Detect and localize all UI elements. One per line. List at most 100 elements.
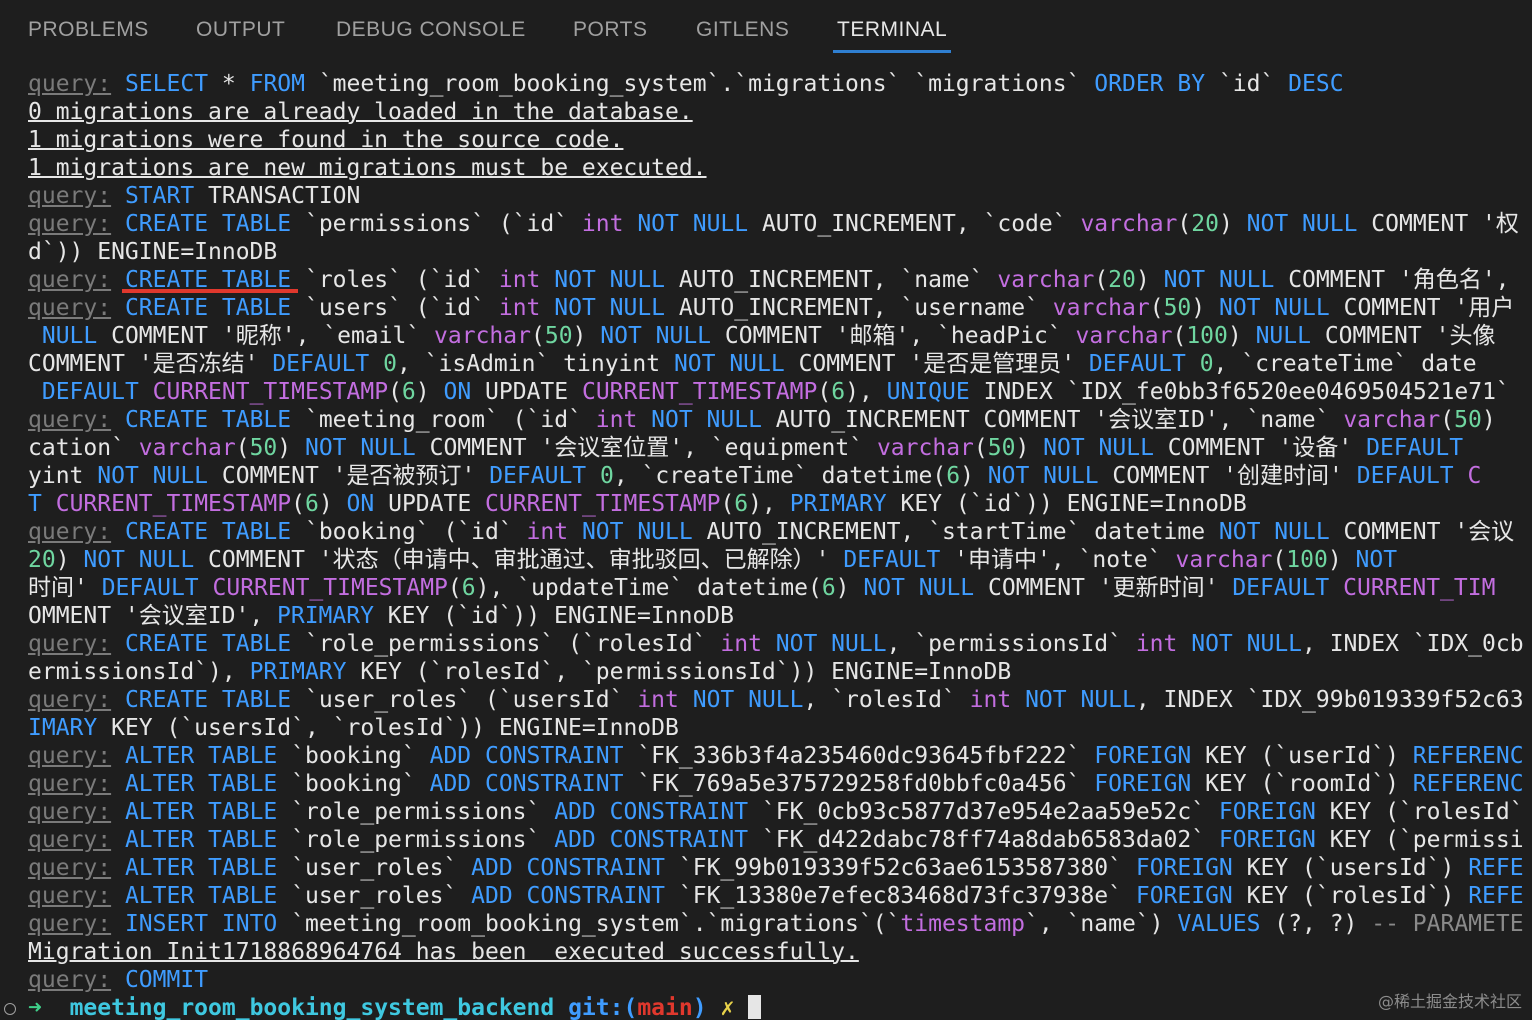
terminal-text-segment: , `createTime` date [1213, 351, 1477, 377]
terminal-text-segment: CREATE TABLE [124, 687, 292, 713]
query-label: query: [28, 799, 112, 825]
terminal-text-segment: ALTER TABLE [124, 799, 278, 825]
terminal-text-segment: 6 [734, 491, 749, 517]
terminal-text-segment: varchar [138, 435, 236, 461]
tab-terminal[interactable]: TERMINAL [837, 18, 947, 42]
terminal-text-segment: NOT NULL [304, 435, 416, 461]
terminal-text-segment: COMMENT '昵称', `email` [97, 323, 435, 349]
tab-debug-console[interactable]: DEBUG CONSOLE [336, 18, 526, 42]
terminal-text-segment: PRIMARY [789, 491, 887, 517]
terminal-text-segment: ( [720, 491, 735, 517]
terminal-text-segment: ADD CONSTRAINT [471, 855, 666, 881]
terminal-text-segment: ( [817, 379, 832, 405]
terminal-text-segment: int [1135, 631, 1178, 657]
terminal-text-segment: CREATE TABLE [124, 295, 292, 321]
terminal-line: query: CREATE TABLE `user_roles` (`users… [28, 686, 1532, 714]
terminal-text-segment: 50 [987, 435, 1016, 461]
terminal-text-segment: , `isAdmin` tinyint [396, 351, 674, 377]
prompt-branch: main [637, 995, 693, 1020]
terminal-line: 20) NOT NULL COMMENT '状态（申请中、审批通过、审批驳回、已… [28, 546, 1532, 574]
tab-gitlens[interactable]: GITLENS [696, 18, 789, 42]
terminal-text-segment: FOREIGN [1218, 827, 1316, 853]
terminal-text-segment: COMMENT '权 [1357, 211, 1519, 237]
terminal-text-segment: COMMENT '状态（申请中、审批通过、审批驳回、已解除）' [194, 547, 844, 573]
terminal-line: query: CREATE TABLE `permissions` (`id` … [28, 210, 1532, 238]
terminal-text-segment: AUTO_INCREMENT, `startTime` datetime [692, 519, 1219, 545]
terminal-line: query: CREATE TABLE `users` (`id` int NO… [28, 294, 1532, 322]
terminal-line: query: INSERT INTO `meeting_room_booking… [28, 910, 1532, 938]
terminal-text-segment: NOT NULL [651, 407, 762, 433]
terminal-text-segment: varchar [1175, 547, 1273, 573]
terminal-text-segment: `booking` [277, 771, 430, 797]
terminal-text-segment: ) [1327, 547, 1356, 573]
terminal-text-segment: `user_roles` [277, 855, 472, 881]
terminal-text-segment: ALTER TABLE [124, 743, 278, 769]
query-label: query: [28, 883, 112, 909]
terminal-text-segment: CURRENT_TIMESTAMP [55, 491, 292, 517]
query-label: query: [28, 267, 112, 293]
terminal-text-segment: KEY (`id`)) ENGINE=InnoDB [373, 603, 734, 629]
tab-problems[interactable]: PROBLEMS [28, 18, 149, 42]
query-label: query: [28, 967, 112, 993]
terminal-line: 时间' DEFAULT CURRENT_TIMESTAMP(6), `updat… [28, 574, 1532, 602]
terminal-text-segment: AUTO_INCREMENT, `username` [665, 295, 1053, 321]
query-label: query: [28, 687, 112, 713]
terminal-text-segment: 6 [304, 491, 319, 517]
terminal-line: query: CREATE TABLE `meeting_room` (`id`… [28, 406, 1532, 434]
terminal-text-segment: , INDEX `IDX_99b019339f52c63 [1135, 687, 1524, 713]
terminal-text-segment: `role_permissions` (`rolesId` [291, 631, 721, 657]
terminal-text-segment: DEFAULT [1232, 575, 1330, 601]
query-label: query: [28, 631, 112, 657]
terminal-line: ermissionsId`), PRIMARY KEY (`rolesId`, … [28, 658, 1532, 686]
prompt-directory: meeting_room_booking_system_backend [69, 995, 555, 1020]
terminal-output[interactable]: query: SELECT * FROM `meeting_room_booki… [28, 70, 1532, 1020]
terminal-text-segment: -- PARAMETE [1371, 911, 1524, 937]
terminal-text-segment: KEY (`userId`) [1191, 743, 1413, 769]
terminal-text-segment: varchar [1343, 407, 1441, 433]
terminal-line: query: CREATE TABLE `booking` (`id` int … [28, 518, 1532, 546]
terminal-text-segment: `FK_13380e7efec83468d73fc37938e` [665, 883, 1136, 909]
terminal-prompt[interactable]: ➜ meeting_room_booking_system_backend gi… [28, 994, 1532, 1020]
terminal-text-segment: CREATE TABLE [124, 631, 292, 657]
terminal-text-segment: varchar [1052, 295, 1150, 321]
watermark: @稀土掘金技术社区 [1377, 992, 1522, 1011]
terminal-text-segment: COMMENT '头像 [1310, 323, 1496, 349]
terminal-text-segment: DEFAULT [1366, 435, 1464, 461]
terminal-text-segment: int [498, 295, 541, 321]
terminal-text-segment: d`)) ENGINE=InnoDB [28, 239, 278, 265]
terminal-text-segment: `roles` (`id` [291, 267, 499, 293]
terminal-lines: query: SELECT * FROM `meeting_room_booki… [28, 70, 1532, 994]
terminal-text-segment: COMMENT '更新时间' [974, 575, 1233, 601]
terminal-text-segment: timestamp [900, 911, 1026, 937]
terminal-line: query: ALTER TABLE `user_roles` ADD CONS… [28, 854, 1532, 882]
query-label: query: [28, 827, 112, 853]
tab-output[interactable]: OUTPUT [196, 18, 285, 42]
terminal-text-segment: NULL [1255, 323, 1311, 349]
query-label: query: [28, 771, 112, 797]
terminal-text-segment: `id` [1205, 71, 1289, 97]
terminal-text-segment: 时间' [28, 575, 102, 601]
terminal-line: Migration Init1718868964764 has been exe… [28, 938, 1532, 966]
terminal-text-segment: ( [388, 379, 402, 405]
terminal-text-segment: PRIMARY [277, 603, 374, 629]
terminal-text-segment: yint [28, 463, 98, 489]
terminal-text-segment: ) [1191, 295, 1219, 321]
terminal-text-segment: `FK_336b3f4a235460dc93645fbf222` [623, 743, 1095, 769]
terminal-text-segment: ( [447, 575, 462, 601]
terminal-text-segment: FOREIGN [1135, 883, 1233, 909]
terminal-text-segment: varchar [1075, 323, 1173, 349]
terminal-text-segment: 0 [383, 351, 397, 377]
tab-ports[interactable]: PORTS [573, 18, 647, 42]
terminal-text-segment: COMMENT '设备' [1153, 435, 1367, 461]
terminal-text-segment: `FK_99b019339f52c63ae6153587380` [665, 855, 1136, 881]
terminal-text-segment: ( [1272, 547, 1287, 573]
terminal-text-segment: 6 [821, 575, 836, 601]
